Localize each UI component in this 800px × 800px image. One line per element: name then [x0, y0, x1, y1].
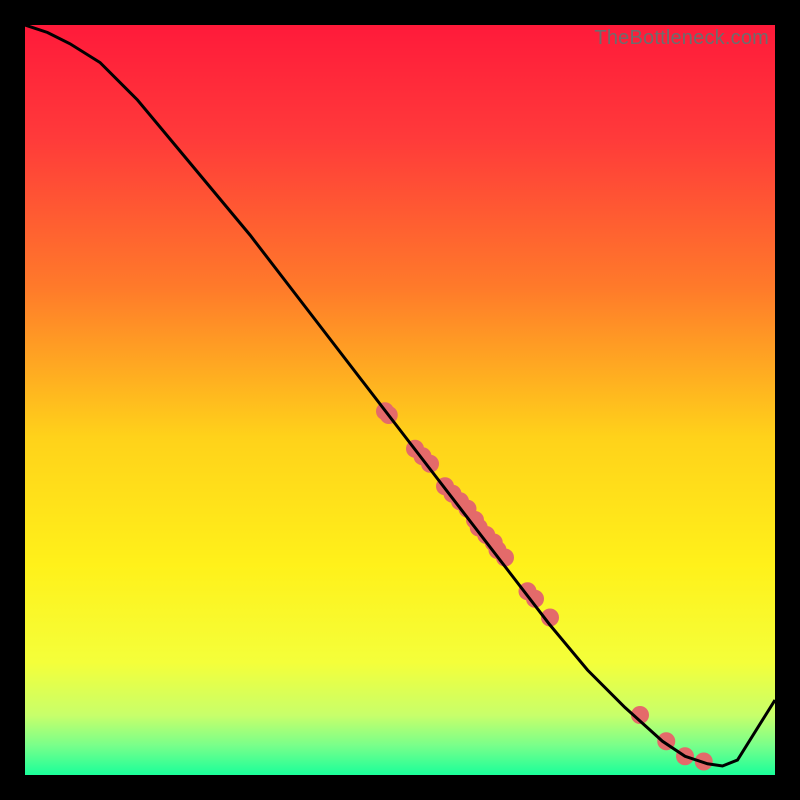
chart-frame: TheBottleneck.com	[25, 25, 775, 775]
chart-svg	[25, 25, 775, 775]
chart-background	[25, 25, 775, 775]
watermark-text: TheBottleneck.com	[594, 27, 769, 50]
